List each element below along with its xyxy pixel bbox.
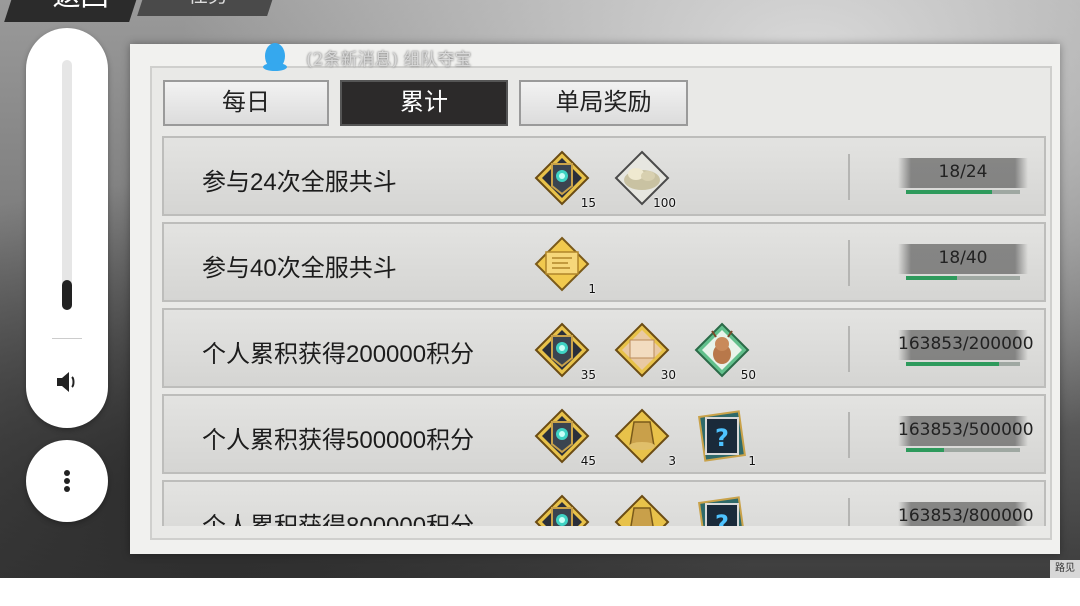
mystery-card-icon: ? <box>698 410 746 462</box>
reward-count: 30 <box>660 368 676 382</box>
progress-text: 18/40 <box>938 248 988 268</box>
row-separator <box>848 154 850 200</box>
menu-dot <box>64 470 70 476</box>
progress-track <box>906 276 1020 280</box>
task-title: 个人累积获得200000积分 <box>202 341 475 368</box>
notification-text: (2条新消息) 组队夺宝 <box>306 50 472 70</box>
bell-icon <box>614 494 670 526</box>
progress-indicator: 163853/800000 <box>898 502 1034 526</box>
progress-indicator: 18/40 <box>898 244 1028 284</box>
reward-item[interactable]: 1 <box>534 236 596 296</box>
tab-cumulative[interactable]: 累计 <box>340 80 508 126</box>
reward-count: 100 <box>653 196 676 210</box>
task-tab[interactable]: 任务 <box>137 0 277 16</box>
crest-icon <box>534 494 590 526</box>
reward-item[interactable]: ? 1 <box>694 408 756 468</box>
tab-match-rewards[interactable]: 单局奖励 <box>519 80 688 126</box>
tab-daily-label: 每日 <box>222 89 270 116</box>
qq-penguin-icon <box>263 43 287 71</box>
progress-fill <box>906 448 944 452</box>
reward-item[interactable]: 35 <box>534 322 596 382</box>
menu-dot <box>64 478 70 484</box>
row-separator <box>848 240 850 286</box>
reward-item[interactable]: 30 <box>614 322 676 382</box>
reward-count: 50 <box>740 368 756 382</box>
progress-track <box>906 190 1020 194</box>
side-control-panel <box>26 28 108 428</box>
reward-item[interactable]: 15 <box>534 150 596 210</box>
task-tab-label: 任务 <box>144 0 274 7</box>
tab-cumulative-label: 累计 <box>400 89 448 116</box>
reward-item[interactable]: 100 <box>614 150 676 210</box>
progress-text: 163853/500000 <box>898 420 1034 440</box>
task-title: 个人累积获得500000积分 <box>202 427 475 454</box>
side-divider <box>52 338 82 339</box>
progress-track <box>906 448 1020 452</box>
task-title: 参与40次全服共斗 <box>202 255 397 282</box>
corner-tag: 路见 <box>1050 560 1080 578</box>
task-title: 参与24次全服共斗 <box>202 169 397 196</box>
task-row[interactable]: 参与24次全服共斗 15 100 18/24 <box>162 136 1046 216</box>
bell-icon <box>614 408 670 464</box>
mystery-card-icon: ? <box>698 496 746 526</box>
back-tab[interactable]: 返回 <box>4 0 141 22</box>
reward-item[interactable] <box>614 494 670 526</box>
progress-fill <box>906 362 1000 366</box>
reward-count: 1 <box>588 282 596 296</box>
progress-fill <box>906 190 992 194</box>
progress-text: 163853/200000 <box>898 334 1034 354</box>
tab-daily[interactable]: 每日 <box>163 80 329 126</box>
reward-item[interactable]: ? <box>694 494 750 526</box>
reward-item[interactable]: 50 <box>694 322 756 382</box>
row-separator <box>848 326 850 372</box>
task-row[interactable]: 个人累积获得500000积分 45 3? 1 163853/500000 <box>162 394 1046 474</box>
progress-text: 163853/800000 <box>898 506 1034 526</box>
reward-item[interactable]: 3 <box>614 408 676 468</box>
progress-indicator: 163853/500000 <box>898 416 1034 456</box>
svg-text:?: ? <box>715 510 729 526</box>
task-row[interactable]: 个人累积获得800000积分? 163853/800000 <box>162 480 1046 526</box>
reward-item[interactable]: 45 <box>534 408 596 468</box>
progress-indicator: 163853/200000 <box>898 330 1034 370</box>
reward-count: 1 <box>748 454 756 468</box>
bottom-strip <box>0 578 1080 606</box>
row-separator <box>848 412 850 458</box>
speaker-icon[interactable] <box>54 369 80 395</box>
progress-text: 18/24 <box>938 162 988 182</box>
back-tab-label: 返回 <box>13 0 138 12</box>
progress-track <box>906 362 1020 366</box>
progress-indicator: 18/24 <box>898 158 1028 198</box>
reward-count: 15 <box>580 196 596 210</box>
reward-count: 3 <box>668 454 676 468</box>
scroll-icon <box>534 236 590 292</box>
row-separator <box>848 498 850 526</box>
task-title: 个人累积获得800000积分 <box>202 506 474 526</box>
reward-count: 45 <box>580 454 596 468</box>
progress-fill <box>906 276 958 280</box>
task-row[interactable]: 参与40次全服共斗 1 18/40 <box>162 222 1046 302</box>
task-list[interactable]: 参与24次全服共斗 15 100 18/24 参与40次全服共斗 1 18/40 个人累积获得… <box>162 136 1046 526</box>
svg-text:?: ? <box>715 424 729 452</box>
volume-slider[interactable] <box>62 60 72 310</box>
menu-dot <box>64 486 70 492</box>
tab-match-rewards-label: 单局奖励 <box>555 89 652 116</box>
reward-item[interactable] <box>534 494 590 526</box>
reward-count: 35 <box>580 368 596 382</box>
volume-slider-fill <box>62 280 72 310</box>
task-row[interactable]: 个人累积获得200000积分 35 30 50 163853/200000 <box>162 308 1046 388</box>
more-menu-button[interactable] <box>26 440 108 522</box>
